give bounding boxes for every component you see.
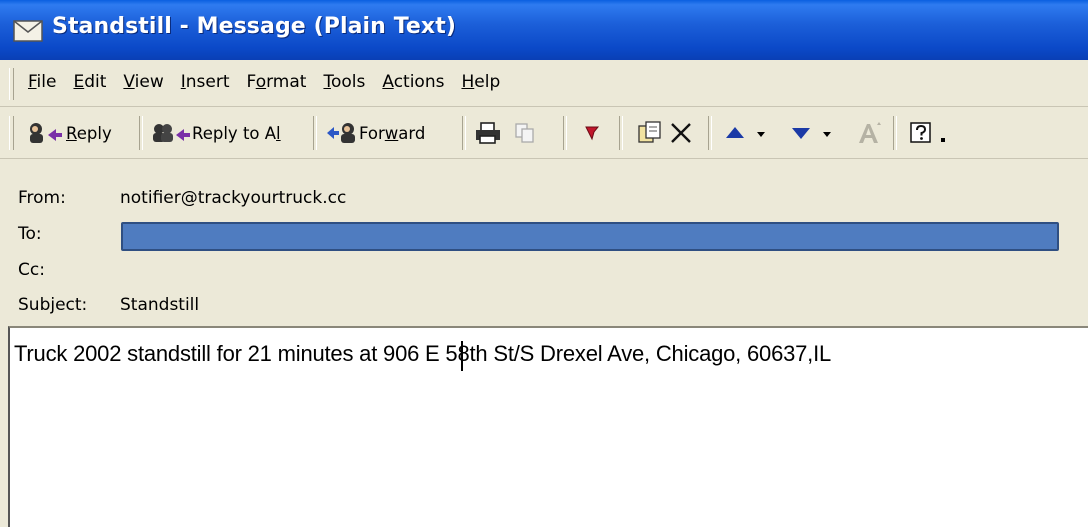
window-title: Standstill - Message (Plain Text): [52, 14, 456, 39]
from-value[interactable]: notifier@trackyourtruck.cc: [120, 188, 346, 208]
font-size-icon: [856, 119, 884, 147]
subject-value: Standstill: [120, 295, 200, 315]
envelope-icon: [13, 20, 43, 42]
toolbar-separator: [563, 116, 567, 150]
chevron-down-icon[interactable]: [822, 121, 832, 145]
to-label: To:: [18, 224, 42, 244]
toolbar-separator: [313, 116, 317, 150]
arrow-down-icon: [790, 121, 812, 145]
font-size-button[interactable]: [856, 114, 884, 152]
delete-button[interactable]: [669, 114, 693, 152]
print-button[interactable]: [474, 114, 502, 152]
window-left-edge: [0, 326, 8, 527]
standard-toolbar: Reply Reply to Al Forward: [0, 108, 1088, 159]
reply-button[interactable]: Reply: [26, 114, 112, 152]
toolbar-separator: [619, 116, 623, 150]
menu-help[interactable]: Help: [461, 72, 500, 92]
to-value-redacted[interactable]: [121, 222, 1059, 251]
copy-button[interactable]: [513, 114, 537, 152]
toolbar-separator: [139, 116, 143, 150]
menu-bar-grip[interactable]: [9, 68, 14, 100]
flag-button[interactable]: [582, 114, 602, 152]
toolbar-grip[interactable]: [9, 116, 14, 150]
move-to-folder-button[interactable]: [637, 114, 663, 152]
forward-button[interactable]: Forward: [325, 114, 425, 152]
cc-label: Cc:: [18, 260, 45, 280]
text-caret: [461, 341, 463, 371]
reply-to-all-button[interactable]: Reply to Al: [150, 114, 281, 152]
reply-icon: [26, 121, 64, 145]
chevron-down-icon[interactable]: [756, 121, 766, 145]
menu-format[interactable]: Format: [247, 72, 307, 92]
arrow-up-icon: [724, 121, 746, 145]
message-body-text: Truck 2002 standstill for 21 minutes at …: [14, 341, 832, 366]
previous-item-button[interactable]: [724, 114, 766, 152]
subject-label: Subject:: [18, 295, 88, 315]
menu-file[interactable]: File: [28, 72, 56, 92]
menu-actions[interactable]: Actions: [382, 72, 444, 92]
flag-icon: [582, 121, 602, 145]
close-x-icon: [669, 121, 693, 145]
message-header-pane: From: notifier@trackyourtruck.cc To: Cc:…: [0, 160, 1088, 326]
toolbar-options-icon[interactable]: [940, 121, 948, 145]
help-icon: [908, 120, 934, 146]
toolbar-separator: [462, 116, 466, 150]
help-button[interactable]: [908, 114, 948, 152]
message-window: Standstill - Message (Plain Text) File E…: [0, 0, 1088, 527]
menu-edit[interactable]: Edit: [73, 72, 106, 92]
reply-all-icon: [150, 121, 192, 145]
menu-tools[interactable]: Tools: [323, 72, 365, 92]
forward-icon: [325, 121, 359, 145]
message-body[interactable]: Truck 2002 standstill for 21 minutes at …: [8, 326, 1088, 527]
menu-bar: File Edit View Insert Format Tools Actio…: [0, 62, 1088, 107]
copy-icon: [513, 121, 537, 145]
from-label: From:: [18, 188, 66, 208]
toolbar-separator: [708, 116, 712, 150]
menu-insert[interactable]: Insert: [181, 72, 230, 92]
title-bar[interactable]: Standstill - Message (Plain Text): [0, 0, 1088, 60]
printer-icon: [474, 121, 502, 145]
move-to-folder-icon: [637, 120, 663, 146]
next-item-button[interactable]: [790, 114, 832, 152]
toolbar-separator: [893, 116, 897, 150]
menu-view[interactable]: View: [123, 72, 163, 92]
